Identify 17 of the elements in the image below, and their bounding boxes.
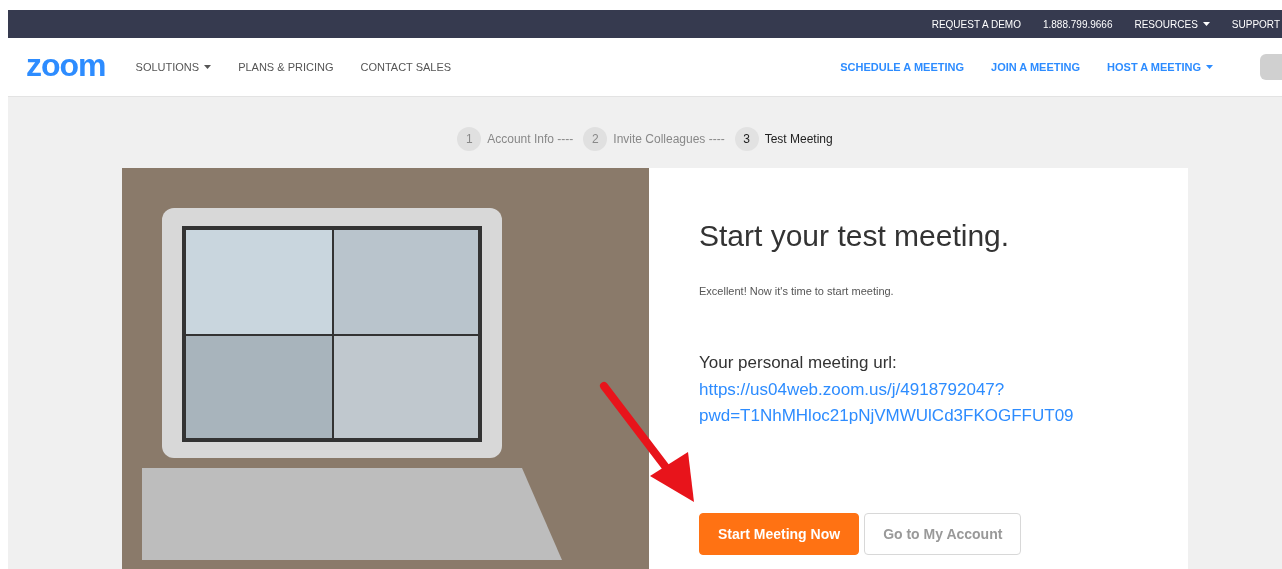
step-number: 1	[457, 127, 482, 151]
nav-link[interactable]: 1.888.799.9666	[1042, 16, 1113, 32]
panel-subtitle: Excellent! Now it's time to start meeting.	[699, 284, 895, 299]
nav-link[interactable]: SOLUTIONS	[135, 58, 212, 76]
nav-link[interactable]: SUPPORT	[1231, 16, 1280, 32]
nav-link[interactable]: CONTACT SALES	[360, 58, 452, 76]
step-label: Account Info ----	[487, 131, 574, 148]
step-label: Invite Colleagues ----	[613, 131, 725, 148]
step-number: 2	[583, 127, 608, 151]
avatar-icon[interactable]	[1260, 54, 1282, 80]
step-number: 3	[734, 127, 759, 151]
nav-link[interactable]: RESOURCES	[1134, 16, 1210, 32]
url-label: Your personal meeting url:	[699, 351, 898, 374]
step-label: Test Meeting	[764, 131, 833, 148]
panel-title: Start your test meeting.	[699, 218, 1011, 254]
nav-link[interactable]: REQUEST A DEMO	[931, 16, 1021, 32]
nav-link[interactable]: PLANS & PRICING	[238, 58, 334, 76]
